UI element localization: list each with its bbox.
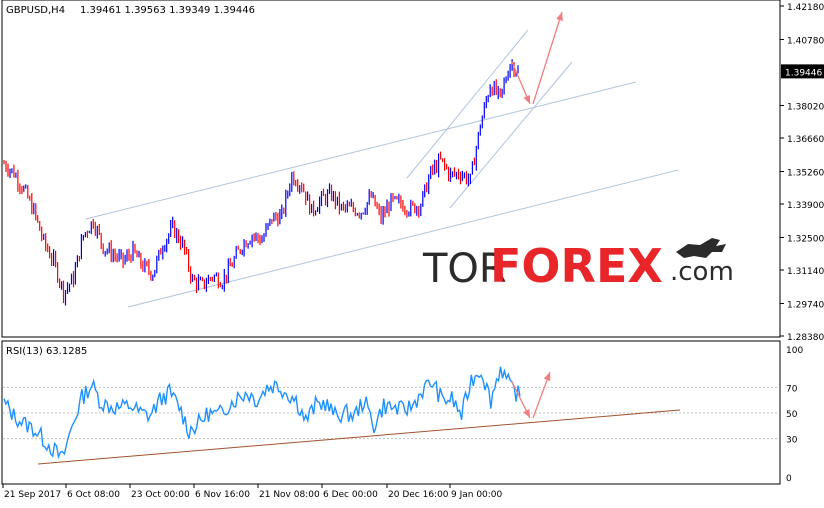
time-axis-label: 6 Nov 16:00 (195, 490, 250, 500)
watermark-forex: FOREX (490, 239, 663, 293)
price-axis-label: 1.29740 (787, 300, 824, 310)
rsi-axis-label: 50 (786, 410, 798, 420)
price-panel-frame (1, 0, 781, 338)
time-axis-label: 21 Sep 2017 (4, 490, 61, 500)
watermark-com: .com (670, 257, 734, 287)
time-axis-label: 21 Nov 08:00 (259, 490, 320, 500)
price-axis-label: 1.31140 (787, 267, 824, 277)
current-price-label: 1.39446 (785, 68, 822, 78)
price-axis-label: 1.40780 (787, 36, 824, 46)
quote-label: 1.39461 1.39563 1.39349 1.39446 (80, 5, 255, 16)
chart-svg: GBPUSD,H4 1.39461 1.39563 1.39349 1.3944… (1, 0, 824, 500)
price-axis-label: 1.28380 (787, 333, 824, 343)
time-axis-label: 9 Jan 00:00 (451, 490, 503, 500)
price-axis-label: 1.35260 (787, 168, 824, 178)
time-axis-label: 6 Dec 00:00 (323, 490, 378, 500)
price-axis-label: 1.36660 (787, 135, 824, 145)
rsi-title: RSI(13) 63.1285 (6, 346, 87, 357)
chart-window: GBPUSD,H4 1.39461 1.39563 1.39349 1.3944… (0, 0, 824, 504)
price-axis-label: 1.38020 (787, 102, 824, 112)
time-axis-label: 20 Dec 16:00 (388, 490, 449, 500)
rsi-axis-label: 30 (786, 436, 798, 446)
price-axis-label: 1.33900 (787, 201, 824, 211)
rsi-axis-label: 0 (786, 474, 792, 484)
time-axis-label: 6 Oct 08:00 (67, 490, 120, 500)
symbol-label: GBPUSD,H4 (6, 5, 65, 16)
price-axis-label: 1.42180 (787, 3, 824, 13)
rsi-axis-label: 70 (786, 384, 798, 394)
rsi-axis-label: 100 (786, 346, 803, 356)
price-axis-label: 1.32500 (787, 234, 824, 244)
time-axis-label: 23 Oct 00:00 (131, 490, 190, 500)
